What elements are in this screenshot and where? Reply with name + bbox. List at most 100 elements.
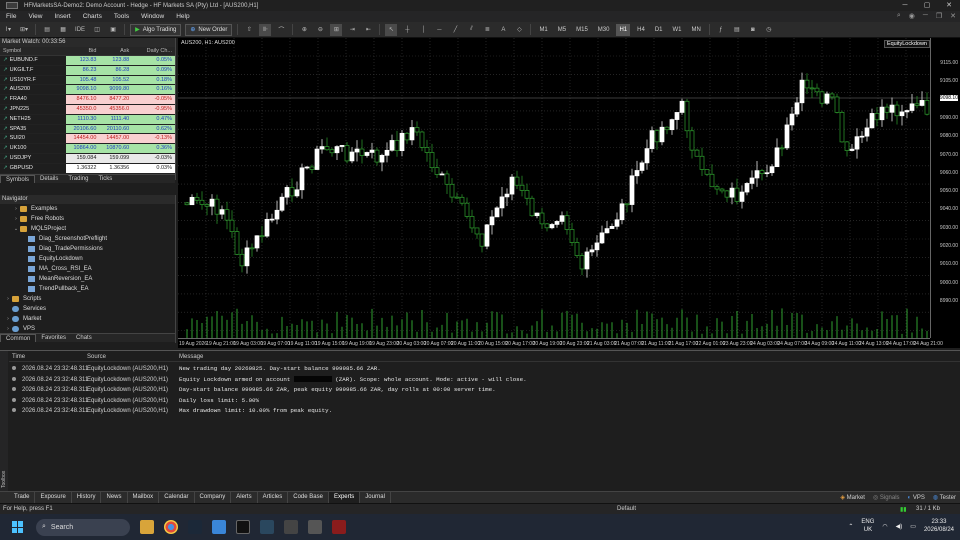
chrome-icon[interactable] — [164, 520, 178, 534]
tab-code-base[interactable]: Code Base — [288, 492, 329, 503]
chart-window[interactable]: AUS200, H1: AUS200 EquityLockdown 9115.0… — [178, 38, 960, 348]
tab-calendar[interactable]: Calendar — [159, 492, 195, 503]
navigator-item[interactable]: Diag_ScreenshotPreflight — [0, 234, 175, 244]
market-row[interactable]: ↗ UKGILT.F 86.23 86.28 0.09% — [0, 65, 175, 76]
market-row[interactable]: ↗ JPN225 45350.0 45356.0 -0.95% — [0, 104, 175, 115]
file-explorer-icon[interactable] — [140, 520, 154, 534]
tab-common[interactable]: Common — [0, 334, 37, 342]
col-bid[interactable]: Bid — [66, 47, 99, 55]
add-chart-icon[interactable]: ⊞▾ — [18, 24, 30, 36]
tf-m30[interactable]: M30 — [595, 24, 613, 36]
algo-trading-button[interactable]: ▶ Algo Trading — [130, 23, 182, 36]
tf-m1[interactable]: M1 — [536, 24, 550, 36]
steam-icon[interactable] — [188, 520, 202, 534]
new-order-button[interactable]: ⊕ New Order — [185, 23, 233, 36]
tf-m15[interactable]: M15 — [573, 24, 591, 36]
tab-experts[interactable]: Experts — [328, 492, 361, 503]
tf-h1[interactable]: H1 — [616, 23, 631, 36]
expand-arrow-icon[interactable]: ⌄ — [12, 224, 20, 234]
tab-exposure[interactable]: Exposure — [35, 492, 72, 503]
time-axis[interactable]: 19 Aug 2026 19 Aug 21:00 19 Aug 03:00 19 Au… — [178, 338, 943, 348]
menu-file[interactable]: File — [0, 13, 22, 20]
tf-h4[interactable]: H4 — [634, 24, 648, 36]
tab-trade[interactable]: Trade — [9, 492, 36, 503]
tf-mn[interactable]: MN — [688, 24, 703, 36]
market-row[interactable]: ↗ US10YR.F 105.48 105.52 0.18% — [0, 75, 175, 86]
navigator-item[interactable]: EquityLockdown — [0, 254, 175, 264]
menu-view[interactable]: View — [22, 13, 48, 20]
vertical-line-icon[interactable]: │ — [417, 24, 429, 36]
col-daily-change[interactable]: Daily Ch... — [131, 47, 175, 55]
navigator-item[interactable]: Services — [0, 304, 175, 314]
expand-arrow-icon[interactable]: › — [4, 324, 12, 333]
market-row[interactable]: ↗ GBPUSD 1.36322 1.36356 0.03% — [0, 163, 175, 174]
navigator-item[interactable]: ⌄ MQL5Project — [0, 224, 175, 234]
market-row[interactable]: ↗ USDJPY 159.084 159.099 -0.03% — [0, 153, 175, 164]
log-row[interactable]: 2026.08.24 23:32:48.311 EquityLockdown (A… — [9, 385, 960, 395]
menu-help[interactable]: Help — [170, 13, 195, 20]
screenshot-icon[interactable]: ◙ — [747, 24, 759, 36]
volume-icon[interactable]: ◀) — [896, 523, 903, 530]
autoscroll-icon[interactable]: ⇥ — [346, 24, 358, 36]
tab-journal[interactable]: Journal — [360, 492, 391, 503]
mt5-icon[interactable] — [284, 520, 298, 534]
tf-m5[interactable]: M5 — [555, 24, 569, 36]
crosshair-icon[interactable]: ┼ — [401, 24, 413, 36]
tab-trading[interactable]: Trading — [63, 175, 93, 183]
market-row[interactable]: ↗ NETH25 1110.30 1111.40 0.47% — [0, 114, 175, 125]
line-chart-icon[interactable]: ⌒ — [275, 24, 287, 36]
user-icon[interactable]: ◉ — [909, 12, 915, 20]
search-icon[interactable]: ⌕ — [897, 12, 901, 20]
menu-charts[interactable]: Charts — [77, 13, 108, 20]
market-row[interactable]: ↗ SPA35 20106.60 20110.60 0.62% — [0, 124, 175, 135]
close-button[interactable]: ✕ — [938, 0, 960, 11]
log-row[interactable]: 2026.08.24 23:32:48.311 EquityLockdown (A… — [9, 364, 960, 374]
shapes-icon[interactable]: ◇ — [513, 24, 525, 36]
log-row[interactable]: 2026.08.24 23:32:48.311 EquityLockdown (A… — [9, 396, 960, 406]
language-indicator[interactable]: ENG UK — [861, 518, 874, 534]
clock[interactable]: 23:33 2026/08/24 — [924, 518, 954, 534]
navigator-item[interactable]: TrendPullback_EA — [0, 284, 175, 294]
terminal-icon[interactable] — [236, 520, 250, 534]
col-symbol[interactable]: Symbol — [0, 47, 66, 55]
battery-icon[interactable]: ▭ — [910, 523, 916, 530]
tab-news[interactable]: News — [101, 492, 128, 503]
windows-start-icon[interactable] — [12, 521, 24, 533]
market-row[interactable]: ↗ SUI20 14454.00 14457.00 -0.13% — [0, 134, 175, 145]
col-time[interactable]: Time — [9, 353, 87, 361]
equidistant-icon[interactable]: ⫽ — [465, 24, 477, 36]
trendline-icon[interactable]: ╱ — [449, 24, 461, 36]
tab-symbols[interactable]: Symbols — [0, 174, 36, 183]
zoom-out-icon[interactable]: ⊖ — [314, 24, 326, 36]
minimize-button[interactable]: ─ — [894, 0, 916, 11]
tab-details[interactable]: Details — [35, 175, 63, 183]
inner-close-icon[interactable]: ✕ — [950, 12, 956, 20]
expand-arrow-icon[interactable]: › — [4, 294, 12, 304]
code-editor-icon[interactable] — [212, 520, 226, 534]
navigator-item[interactable]: › Scripts — [0, 294, 175, 304]
text-icon[interactable]: A — [497, 24, 509, 36]
maximize-button[interactable]: ▢ — [916, 0, 938, 11]
tab-company[interactable]: Company — [195, 492, 232, 503]
period-icon[interactable]: ◷ — [763, 24, 775, 36]
navigator-item[interactable]: MA_Cross_RSI_EA — [0, 264, 175, 274]
tab-ticks[interactable]: Ticks — [93, 175, 117, 183]
cursor-icon[interactable]: ↖ — [385, 23, 398, 36]
navigator-item[interactable]: › Market — [0, 314, 175, 324]
navigator-item[interactable]: › VPS — [0, 324, 175, 333]
ide-button[interactable]: IDE — [73, 24, 87, 36]
expand-arrow-icon[interactable]: › — [12, 204, 20, 214]
strategy-icon[interactable]: ◫ — [91, 24, 103, 36]
market-watch-icon[interactable]: ▤ — [41, 24, 53, 36]
inner-restore-icon[interactable]: ❐ — [936, 12, 942, 20]
hfm-icon[interactable] — [332, 520, 346, 534]
tab-chats[interactable]: Chats — [71, 334, 97, 342]
log-row[interactable]: 2026.08.24 23:32:48.311 EquityLockdown (A… — [9, 406, 960, 416]
menu-tools[interactable]: Tools — [108, 13, 135, 20]
profiles-icon[interactable]: ▦ — [57, 24, 69, 36]
grid-icon[interactable]: ⊞ — [330, 23, 343, 36]
tf-w1[interactable]: W1 — [669, 24, 684, 36]
tab-mailbox[interactable]: Mailbox — [128, 492, 160, 503]
market-row[interactable]: ↗ EUBUND.F 123.83 123.88 0.05% — [0, 56, 175, 66]
expand-arrow-icon[interactable]: › — [12, 214, 20, 224]
